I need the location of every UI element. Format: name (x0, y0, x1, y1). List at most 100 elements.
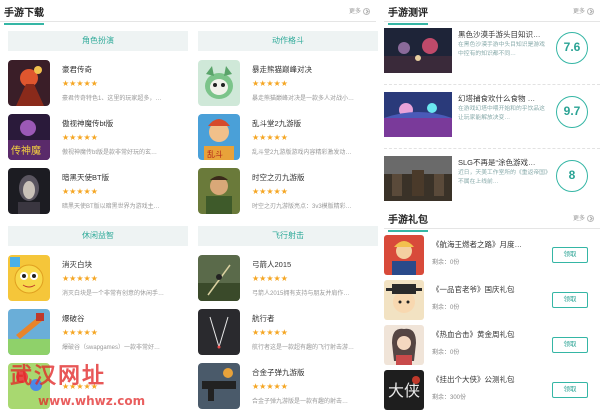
claim-button[interactable]: 领取 (552, 337, 588, 353)
game-name[interactable]: 合金子弹九游版 (252, 367, 305, 378)
category-rpg[interactable]: 角色扮演 (8, 31, 188, 51)
game-item[interactable]: 暴走熊猫巅峰对决 ★★★★★ 暴走熊猫巅峰对决是一款多人对战小… (198, 60, 383, 106)
game-thumbnail[interactable] (198, 255, 240, 301)
game-item[interactable]: 消灭白块 ★★★★★ 消灭白块是一个非常有创意的休闲手… (8, 255, 193, 301)
review-item[interactable]: SLG不再是“涂色游戏… 近日，天美工作室所的《重返帝国》不属在上线前… 8 (384, 156, 600, 208)
review-title[interactable]: 幻塔捕食欢什么食物 … (458, 93, 535, 104)
game-name[interactable]: 消灭白块 (62, 259, 92, 270)
game-thumbnail[interactable]: 乱斗 (198, 114, 240, 160)
game-name[interactable]: 豪君传奇 (62, 64, 92, 75)
review-item[interactable]: 幻塔捕食欢什么食物 … 在游戏幻塔中喂开始和的乎饮品这让玩家能解放决变… 9.7 (384, 92, 600, 144)
game-thumbnail[interactable] (198, 60, 240, 106)
game-thumbnail[interactable]: 传神魔 (8, 114, 50, 160)
game-thumbnail[interactable] (198, 363, 240, 409)
game-description: 傲视神魔传bt版是款非常好玩的玄… (62, 150, 158, 156)
rating-stars: ★★★★★ (252, 133, 288, 142)
review-description: 近日，天美工作室所的《重返帝国》不属在上线前… (458, 170, 548, 185)
gift-thumbnail[interactable] (384, 235, 424, 275)
downloads-more-link[interactable]: 更多 (349, 6, 370, 15)
category-action[interactable]: 动作格斗 (198, 31, 378, 51)
game-description: 弓箭人2015拥有支持与朋友并肩作… (252, 291, 350, 297)
claim-button[interactable]: 领取 (552, 247, 588, 263)
divider (384, 84, 600, 85)
game-item[interactable]: 暗黑天使BT版 ★★★★★ 暗黑天使BT版以暗黑世界为游戏主… (8, 168, 193, 214)
game-thumbnail[interactable] (198, 168, 240, 214)
game-thumbnail[interactable] (8, 168, 50, 214)
gift-thumbnail[interactable]: 大侠 (384, 370, 424, 410)
game-item[interactable]: 合金子弹九游版 ★★★★★ 合金子弹九游版是一款有趣的射击… (198, 363, 383, 409)
game-item[interactable]: 弓箭人2015 ★★★★★ 弓箭人2015拥有支持与朋友并肩作… (198, 255, 383, 301)
svg-text:传神魔: 传神魔 (11, 144, 41, 157)
game-name[interactable]: 航行者 (252, 313, 275, 324)
game-item[interactable]: 传神魔 傲视神魔传bt版 ★★★★★ 傲视神魔传bt版是款非常好玩的玄… (8, 114, 193, 160)
review-description: 在黑色沙漠手游中头目知识是游戏中控有的知识都不同… (458, 42, 545, 57)
review-thumbnail[interactable] (384, 156, 452, 201)
category-casual[interactable]: 休闲益智 (8, 226, 188, 246)
rating-stars: ★★★★★ (62, 79, 98, 88)
review-title[interactable]: 黑色沙漠手游头目知识… (458, 29, 541, 40)
game-name[interactable]: 爆破谷 (62, 313, 85, 324)
game-item[interactable]: 航行者 ★★★★★ 航行者这是一款超有趣的飞行射击游… (198, 309, 383, 355)
game-description: 爆破谷（swapgames）一款非常好… (62, 345, 161, 351)
claim-button[interactable]: 领取 (552, 382, 588, 398)
gift-item[interactable]: 《航海王燃者之路》月度… 剩余：0份 领取 (384, 235, 600, 275)
rating-stars: ★★★★★ (62, 274, 98, 283)
game-description: 暗黑天使BT版以暗黑世界为游戏主… (62, 204, 160, 210)
game-item[interactable]: 时空之刃九游版 ★★★★★ 时空之刃九游版亮点：3v3模版精彩… (198, 168, 383, 214)
gifts-title: 手游礼包 (388, 211, 428, 232)
chevron-right-icon (587, 7, 594, 15)
review-thumbnail[interactable] (384, 28, 452, 73)
game-item[interactable]: 豪君传奇 ★★★★★ 豪君传奇特色1、这里的玩家超多，… (8, 60, 193, 106)
rating-stars: ★★★★★ (252, 274, 288, 283)
game-thumbnail[interactable] (8, 60, 50, 106)
review-score: 9.7 (556, 96, 588, 128)
downloads-title: 手游下载 (4, 4, 44, 25)
review-title[interactable]: SLG不再是“涂色游戏… (458, 157, 536, 168)
rating-stars: ★★★★★ (62, 328, 98, 337)
svg-text:乱斗: 乱斗 (207, 149, 223, 159)
gift-name[interactable]: 《航海王燃者之路》月度… (432, 239, 522, 250)
gift-item[interactable]: 大侠 《挂出个大侠》公测礼包 剩余：300份 领取 (384, 370, 600, 410)
game-name[interactable]: 暴走熊猫巅峰对决 (252, 64, 312, 75)
game-item[interactable]: 乱斗 乱斗堂2九游版 ★★★★★ 乱斗堂2九游版游戏内容精彩激发动… (198, 114, 383, 160)
game-item[interactable]: 爆破谷 ★★★★★ 爆破谷（swapgames）一款非常好… (8, 309, 193, 355)
game-description: 乱斗堂2九游版游戏内容精彩激发动… (252, 150, 352, 156)
chevron-right-icon (587, 214, 594, 222)
game-thumbnail[interactable] (8, 255, 50, 301)
watermark-url: www.whwz.com (38, 394, 146, 408)
gift-thumbnail[interactable] (384, 325, 424, 365)
review-item[interactable]: 黑色沙漠手游头目知识… 在黑色沙漠手游中头目知识是游戏中控有的知识都不同… 7.… (384, 28, 600, 80)
divider (384, 148, 600, 149)
game-thumbnail[interactable] (8, 309, 50, 355)
game-name[interactable]: 傲视神魔传bt版 (62, 118, 113, 129)
claim-button[interactable]: 领取 (552, 292, 588, 308)
watermark-title: 武汉网址 (10, 363, 107, 389)
game-name[interactable]: 乱斗堂2九游版 (252, 118, 301, 129)
game-name[interactable]: 弓箭人2015 (252, 259, 291, 270)
game-description: 时空之刃九游版亮点：3v3模版精彩… (252, 204, 352, 210)
category-shooting[interactable]: 飞行射击 (198, 226, 378, 246)
gift-thumbnail[interactable] (384, 280, 424, 320)
game-name[interactable]: 时空之刃九游版 (252, 172, 305, 183)
gift-name[interactable]: 《一品官老爷》国庆礼包 (432, 284, 515, 295)
sidebar: 手游测评 更多 黑色沙漠手游头目知识… 在黑色沙漠手游中头目知识是游戏中控有的知… (384, 0, 600, 417)
game-name[interactable]: 暗黑天使BT版 (62, 172, 109, 183)
rating-stars: ★★★★★ (252, 187, 288, 196)
gift-item[interactable]: 《热血合击》黄金周礼包 剩余：0份 领取 (384, 325, 600, 365)
reviews-more-link[interactable]: 更多 (573, 6, 594, 15)
rating-stars: ★★★★★ (252, 328, 288, 337)
gift-item[interactable]: 《一品官老爷》国庆礼包 剩余：0份 领取 (384, 280, 600, 320)
gift-name[interactable]: 《热血合击》黄金周礼包 (432, 329, 515, 340)
review-thumbnail[interactable] (384, 92, 452, 137)
gift-remaining: 剩余：300份 (432, 395, 467, 401)
rating-stars: ★★★★★ (62, 187, 98, 196)
review-score: 7.6 (556, 32, 588, 64)
review-description: 在游戏幻塔中喂开始和的乎饮品这让玩家能解放决变… (458, 106, 545, 121)
gifts-more-link[interactable]: 更多 (573, 213, 594, 222)
game-description: 航行者这是一款超有趣的飞行射击游… (252, 345, 355, 351)
game-description: 合金子弹九游版是一款有趣的射击… (252, 399, 349, 405)
gifts-header: 手游礼包 更多 (384, 207, 600, 232)
game-thumbnail[interactable] (198, 309, 240, 355)
gift-name[interactable]: 《挂出个大侠》公测礼包 (432, 374, 515, 385)
downloads-section: 手游下载 更多 角色扮演 动作格斗 休闲益智 飞行射击 豪君传奇 ★★★★★ 豪… (0, 0, 378, 417)
